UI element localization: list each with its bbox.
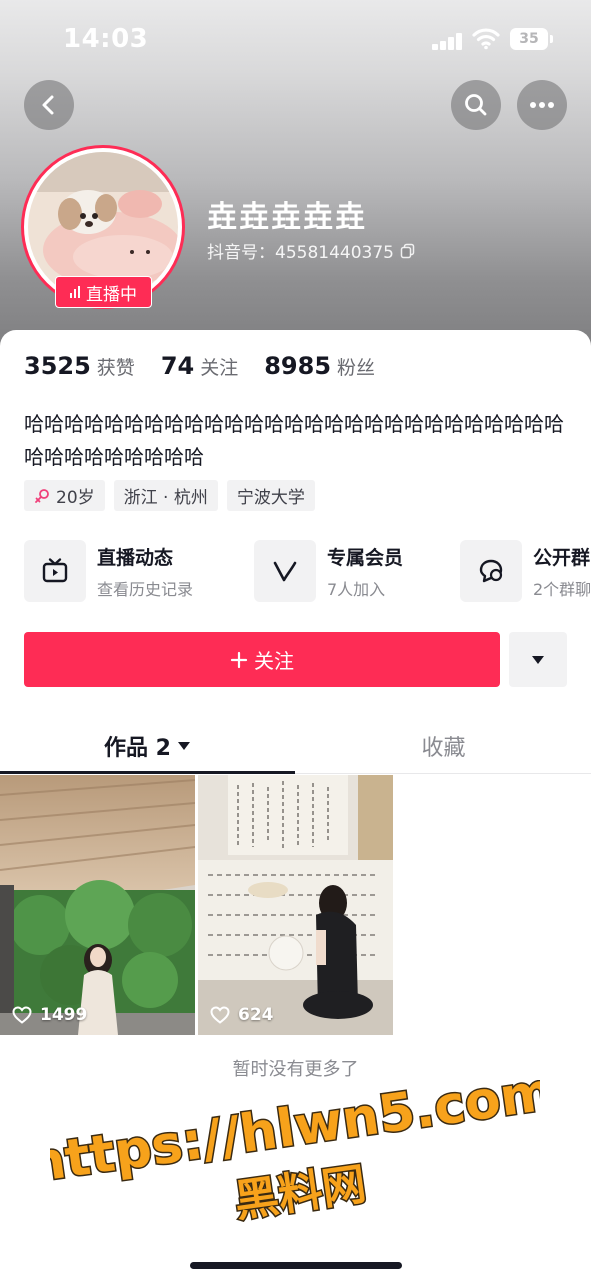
search-icon [465,94,487,116]
stat-followers[interactable]: 8985 粉丝 [264,352,375,380]
wifi-icon [472,26,500,50]
video-likes: 1499 [12,1005,87,1025]
video-likes-count: 624 [238,1005,274,1025]
chevron-left-icon [42,95,54,115]
content-tabs: 作品 2 收藏 [0,718,591,774]
followers-count: 8985 [264,352,332,380]
plus-icon [230,651,248,668]
status-bar: 14:03 35 [0,0,591,80]
profile-username: 垚垚垚垚垚 [207,200,367,235]
chat-group-icon [479,559,503,583]
following-label: 关注 [200,357,239,379]
watermark: https://hlwn5.com 黑料网 [50,1080,540,1229]
female-icon [35,488,49,503]
recommend-dropdown-button[interactable] [509,632,567,687]
stat-likes: 3525 获赞 [24,352,135,380]
video-likes-count: 1499 [40,1005,88,1025]
home-indicator[interactable] [190,1262,402,1269]
douyin-id-text: 抖音号：45581440375 [207,243,394,263]
search-button[interactable] [451,80,501,130]
more-dots-icon [530,102,554,108]
feature-public-group-subtitle: 2个群聊 [533,579,591,599]
follow-button-label: 关注 [254,649,294,673]
feature-shortcuts: 直播动态 查看历史记录 专属会员 7人加入 公开群 2个群聊 [24,540,591,604]
status-time: 14:03 [63,24,149,54]
feature-membership-title: 专属会员 [327,546,404,569]
more-options-button[interactable] [517,80,567,130]
watermark-site-name: 黑料网 [231,1159,369,1228]
video-cover-image [0,775,195,1035]
tab-works[interactable]: 作品 2 [0,718,295,774]
feature-membership-subtitle: 7人加入 [327,579,386,599]
tag-school-label: 宁波大学 [236,488,305,508]
live-now-badge[interactable]: 直播中 [55,276,152,308]
v-logo-icon [273,561,297,582]
active-tab-indicator [0,771,295,774]
profile-stats: 3525 获赞 74 关注 8985 粉丝 [24,352,401,380]
no-more-content-text: 暂时没有更多了 [232,1059,359,1080]
douyin-id[interactable]: 抖音号：45581440375 [207,238,416,263]
tab-favorites[interactable]: 收藏 [296,718,591,774]
tab-works-label: 作品 2 [104,736,171,761]
tag-location: 浙江 · 杭州 [113,480,218,511]
feature-public-group-title: 公开群 [533,546,591,569]
tab-favorites-label: 收藏 [421,736,466,761]
tag-school: 宁波大学 [226,480,315,511]
stat-following[interactable]: 74 关注 [161,352,238,380]
cellular-signal-icon [432,32,464,50]
following-count: 74 [160,352,195,380]
likes-label: 获赞 [96,357,135,379]
follow-button[interactable]: 关注 [24,632,500,687]
video-thumbnail[interactable]: 1499 [0,775,195,1035]
back-button[interactable] [24,80,74,130]
tag-age-label: 20岁 [56,488,95,508]
caret-down-icon [177,742,190,750]
tv-icon [42,558,68,583]
tag-location-label: 浙江 · 杭州 [123,488,208,508]
live-bars-icon [70,286,80,298]
feature-live-history-subtitle: 查看历史记录 [97,579,194,599]
profile-bio: 哈哈哈哈哈哈哈哈哈哈哈哈哈哈哈哈哈哈哈哈哈哈哈哈哈哈哈哈哈哈哈哈哈哈哈哈 [24,412,564,469]
feature-live-history-title: 直播动态 [97,546,174,569]
video-grid: 1499 624 [0,775,591,1035]
video-cover-image [198,775,393,1035]
feature-public-group[interactable]: 公开群 2个群聊 [460,540,591,602]
heart-icon [12,1006,32,1024]
likes-count: 3525 [24,352,91,380]
tag-age: 20岁 [24,480,105,511]
video-thumbnail[interactable]: 624 [198,775,393,1035]
profile-tags: 20岁 浙江 · 杭州 宁波大学 [24,480,315,511]
video-likes: 624 [210,1005,274,1025]
copy-icon[interactable] [400,243,416,259]
battery-icon: 35 [510,28,553,50]
heart-icon [210,1006,230,1024]
caret-down-icon [532,655,544,664]
feature-live-history[interactable]: 直播动态 查看历史记录 [24,540,193,602]
followers-label: 粉丝 [337,357,376,379]
live-badge-label: 直播中 [86,284,137,305]
feature-membership[interactable]: 专属会员 7人加入 [254,540,403,602]
